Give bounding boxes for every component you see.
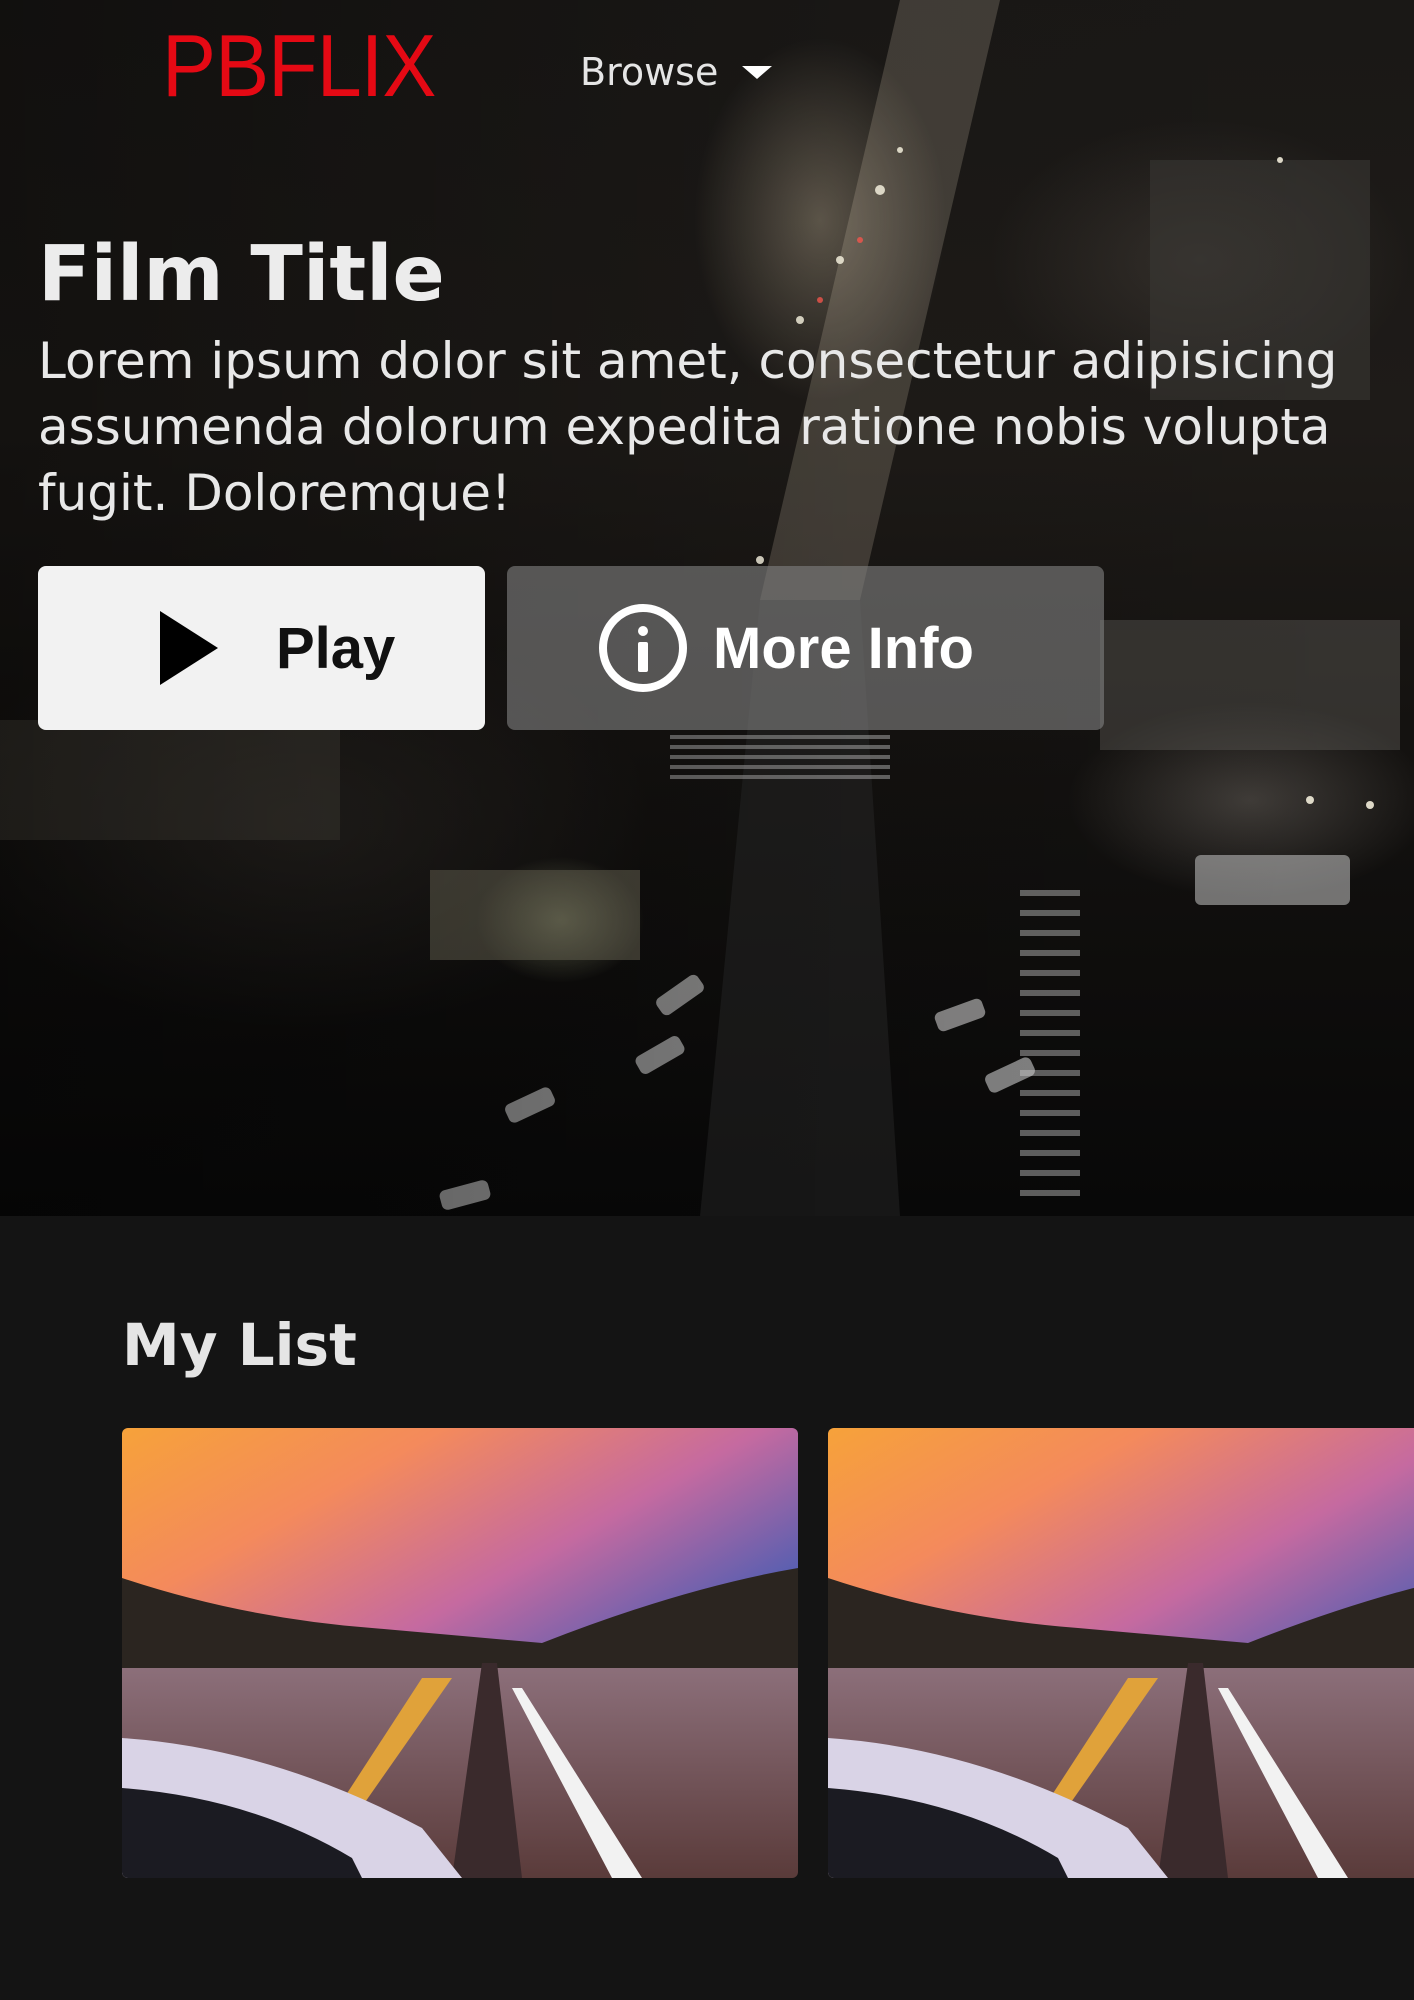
more-info-button-label: More Info xyxy=(713,615,974,681)
play-icon xyxy=(160,611,218,685)
hero-title: Film Title xyxy=(38,230,445,319)
list-item-thumbnail[interactable] xyxy=(828,1428,1414,1878)
caret-down-icon xyxy=(742,65,773,79)
highway-sunset-image xyxy=(122,1428,798,1878)
play-button[interactable]: Play xyxy=(38,566,485,730)
play-button-label: Play xyxy=(276,615,396,681)
info-icon xyxy=(599,604,687,692)
hero-description: Lorem ipsum dolor sit amet, consectetur … xyxy=(38,332,1338,522)
browse-label: Browse xyxy=(580,50,719,94)
brand-logo[interactable]: PBFLIX xyxy=(162,22,436,110)
browse-menu[interactable]: Browse xyxy=(580,50,773,94)
list-item-thumbnail[interactable] xyxy=(122,1428,798,1878)
page: PBFLIX Browse Film Title Lorem ipsum dol… xyxy=(0,0,1414,2000)
my-list-title: My List xyxy=(122,1311,357,1379)
more-info-button[interactable]: More Info xyxy=(507,566,1104,730)
my-list-row[interactable] xyxy=(122,1428,1414,1878)
highway-sunset-image xyxy=(828,1428,1414,1878)
